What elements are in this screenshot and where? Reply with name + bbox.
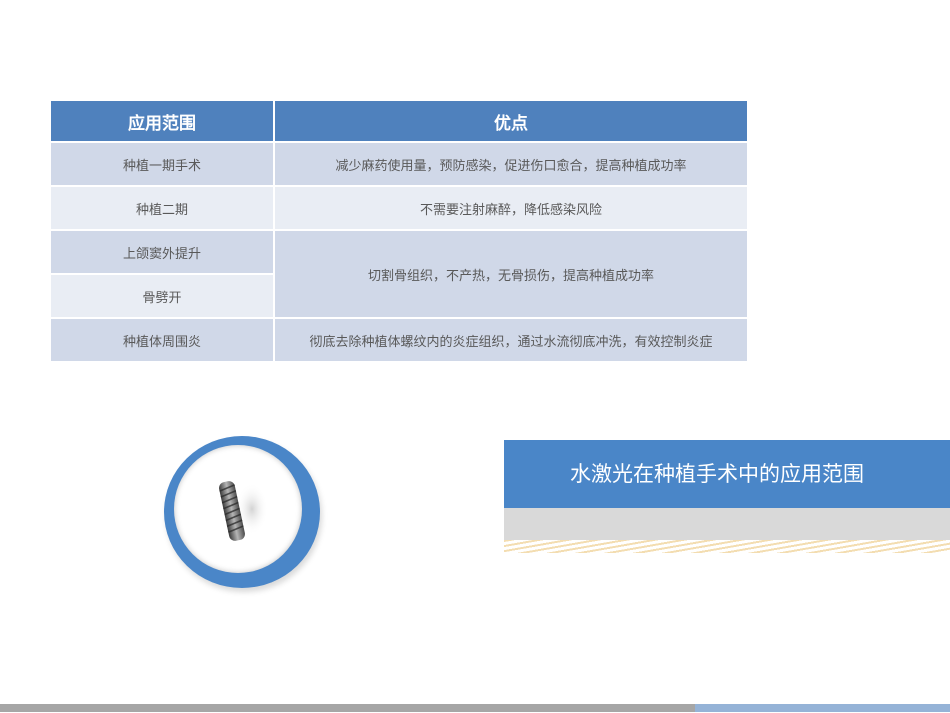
footer-bar-blue — [695, 704, 950, 712]
footer-bar-gray — [0, 704, 695, 712]
header-scope: 应用范围 — [49, 99, 275, 143]
table-row: 种植体周围炎 彻底去除种植体螺纹内的炎症组织，通过水流彻底冲洗，有效控制炎症 — [49, 317, 749, 363]
benefit-cell: 减少麻药使用量，预防感染，促进伤口愈合，提高种植成功率 — [273, 141, 749, 187]
scope-cell: 种植体周围炎 — [49, 317, 275, 363]
implant-badge — [164, 436, 320, 588]
benefit-cell: 彻底去除种植体螺纹内的炎症组织，通过水流彻底冲洗，有效控制炎症 — [273, 317, 749, 363]
table-row: 种植二期 不需要注射麻醉，降低感染风险 — [49, 185, 749, 231]
benefit-cell-merged: 切割骨组织，不产热，无骨损伤，提高种植成功率 — [273, 229, 749, 319]
table-row: 种植一期手术 减少麻药使用量，预防感染，促进伤口愈合，提高种植成功率 — [49, 141, 749, 187]
scope-cell: 骨劈开 — [49, 273, 275, 319]
scope-cell: 种植二期 — [49, 185, 275, 231]
application-table: 应用范围 优点 种植一期手术 减少麻药使用量，预防感染，促进伤口愈合，提高种植成… — [49, 99, 749, 363]
table-header-row: 应用范围 优点 — [49, 99, 749, 143]
decorative-stripe — [504, 540, 950, 553]
dental-implant-icon — [219, 481, 268, 541]
header-benefit: 优点 — [273, 99, 749, 143]
benefit-cell: 不需要注射麻醉，降低感染风险 — [273, 185, 749, 231]
section-title-band: 水激光在种植手术中的应用范围 — [504, 440, 950, 508]
scope-cell: 种植一期手术 — [49, 141, 275, 187]
scope-cell: 上颌窦外提升 — [49, 229, 275, 275]
table-row: 上颌窦外提升 切割骨组织，不产热，无骨损伤，提高种植成功率 — [49, 229, 749, 319]
implant-badge-inner — [174, 445, 302, 573]
gray-band — [504, 508, 950, 540]
